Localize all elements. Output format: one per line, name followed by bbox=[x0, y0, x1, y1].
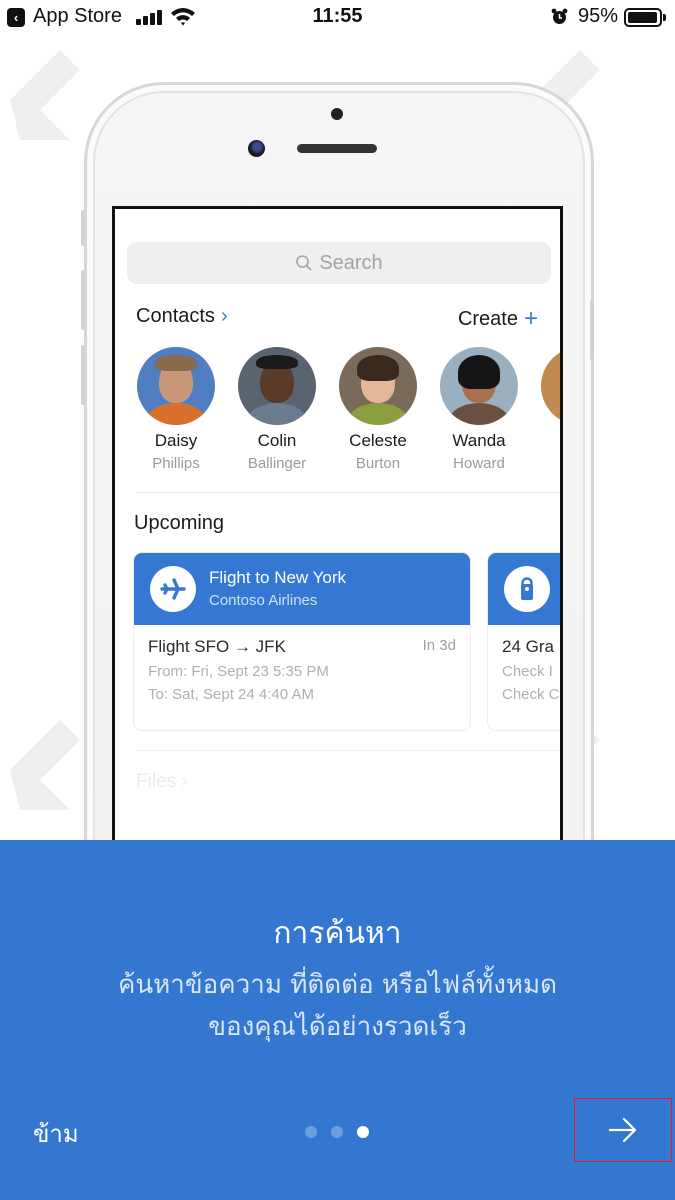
contact-first-name: Daisy bbox=[154, 431, 198, 450]
description-line-1: ค้นหาข้อความ ที่ติดต่อ หรือไฟล์ทั้งหมด bbox=[117, 970, 558, 1000]
contact-first-name: Celeste bbox=[349, 431, 407, 450]
search-placeholder: Search bbox=[319, 251, 383, 274]
card-from: From: Fri, Sept 23 5:35 PM bbox=[148, 663, 329, 680]
card-subtitle: Contoso Airlines bbox=[209, 592, 318, 609]
contact-last-name: Howard bbox=[453, 455, 505, 472]
alarm-icon bbox=[551, 8, 568, 24]
phone-screen: Search Contacts › Create + Daisy Phillips … bbox=[112, 206, 563, 846]
avatar bbox=[339, 347, 417, 425]
create-label: Create bbox=[457, 308, 518, 330]
clock: 11:55 bbox=[312, 5, 363, 27]
contact-last-name: Phillips bbox=[152, 455, 200, 472]
plus-icon: + bbox=[523, 305, 538, 332]
phone-button bbox=[81, 270, 85, 330]
contact-item: Celeste Burton bbox=[328, 347, 428, 472]
card-route: Flight SFO → JFK bbox=[148, 637, 286, 656]
onboarding-title: การค้นหา bbox=[273, 916, 402, 951]
create-contact: Create + bbox=[458, 305, 538, 333]
avatar bbox=[440, 347, 518, 425]
phone-speaker bbox=[297, 144, 377, 153]
phone-button bbox=[590, 300, 594, 360]
status-bar: ‹ App Store 11:55 95% bbox=[0, 0, 675, 36]
page-dot[interactable] bbox=[331, 1126, 343, 1138]
battery-icon bbox=[624, 8, 662, 27]
onboarding-panel: การค้นหา ค้นหาข้อความ ที่ติดต่อ หรือไฟล์… bbox=[0, 840, 675, 1200]
contact-first-name: Colin bbox=[257, 431, 297, 450]
airplane-icon bbox=[150, 566, 196, 612]
avatar bbox=[137, 347, 215, 425]
phone-camera bbox=[248, 140, 265, 157]
contacts-label: Contacts bbox=[136, 305, 215, 327]
onboarding-description: ค้นหาข้อความ ที่ติดต่อ หรือไฟล์ทั้งหมด ข… bbox=[60, 964, 615, 1048]
contact-item: Colin Ballinger bbox=[227, 347, 327, 472]
section-divider bbox=[136, 492, 560, 493]
description-line-2: ของคุณได้อย่างรวดเร็ว bbox=[208, 1012, 467, 1042]
phone-button bbox=[81, 210, 85, 246]
fade-overlay bbox=[115, 729, 560, 846]
search-icon bbox=[296, 255, 312, 271]
arrow-right-icon bbox=[608, 1117, 637, 1143]
avatar bbox=[238, 347, 316, 425]
contact-item: Wanda Howard bbox=[429, 347, 529, 472]
upcoming-heading: Upcoming bbox=[134, 512, 225, 534]
phone-sensor bbox=[331, 108, 343, 120]
page-dot[interactable] bbox=[305, 1126, 317, 1138]
hotel-card: 24 Gra Check I Check C bbox=[488, 553, 560, 730]
contact-first-name: Wanda bbox=[452, 431, 506, 450]
card-checkin: Check I bbox=[502, 663, 553, 680]
flight-card: Flight to New York Contoso Airlines Flig… bbox=[134, 553, 470, 730]
card-when: In 3d bbox=[422, 637, 456, 654]
card-to: To: Sat, Sept 24 4:40 AM bbox=[148, 686, 314, 703]
contacts-heading: Contacts › bbox=[136, 305, 228, 328]
chevron-right-icon: › bbox=[220, 305, 228, 327]
card-title-partial: 24 Gra bbox=[502, 637, 554, 656]
card-checkout: Check C bbox=[502, 686, 560, 703]
avatar bbox=[541, 347, 560, 425]
battery-tip bbox=[663, 14, 666, 21]
battery-percent: 95% bbox=[578, 5, 619, 27]
page-dot-active[interactable] bbox=[357, 1126, 369, 1138]
page-indicator bbox=[305, 1126, 369, 1138]
search-bar: Search bbox=[127, 242, 551, 284]
contact-last-name: Ballinger bbox=[247, 455, 307, 472]
contact-item: Daisy Phillips bbox=[126, 347, 226, 472]
skip-button[interactable]: ข้าม bbox=[33, 1114, 79, 1153]
next-button[interactable] bbox=[574, 1098, 672, 1162]
contact-last-name: Burton bbox=[355, 455, 401, 472]
contact-item-partial bbox=[530, 347, 560, 425]
card-title: Flight to New York bbox=[209, 568, 347, 587]
phone-button bbox=[81, 345, 85, 405]
door-hanger-icon bbox=[504, 566, 550, 612]
